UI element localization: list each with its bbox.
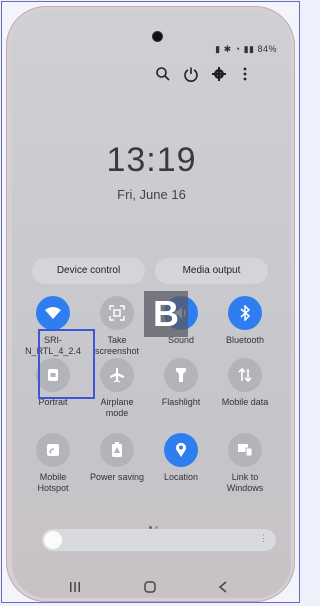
tile-label: Power saving <box>89 472 145 482</box>
phone-screen: ▮ ✱ ◔ ▮▮ 84% 13:19 Fri, June 16 Device c… <box>12 11 291 598</box>
tile-bluetooth[interactable]: Bluetooth <box>217 296 273 346</box>
tile-hotspot[interactable]: Mobile Hotspot <box>25 433 81 494</box>
tile-link-windows[interactable]: Link to Windows <box>217 433 273 494</box>
status-bar: ▮ ✱ ◔ ▮▮ 84% <box>215 44 277 55</box>
data-arrows-icon <box>228 358 262 392</box>
link-windows-icon <box>228 433 262 467</box>
more-vert-icon[interactable] <box>241 66 249 82</box>
clock-time: 13:19 <box>106 141 197 179</box>
tile-location[interactable]: Location <box>153 433 209 483</box>
wifi-icon <box>36 296 70 330</box>
battery-leaf-icon <box>100 433 134 467</box>
tile-airplane[interactable]: Airplane mode <box>89 358 145 419</box>
tile-label: Airplane mode <box>100 397 134 418</box>
brightness-more-icon[interactable]: ⋮ <box>259 533 268 544</box>
tile-label: Link to Windows <box>226 472 264 493</box>
tile-label: Flashlight <box>161 397 201 407</box>
device-control-button[interactable]: Device control <box>32 258 145 284</box>
tile-label: Take screenshot <box>94 335 140 356</box>
back-icon[interactable] <box>218 581 228 593</box>
front-camera <box>152 31 163 42</box>
power-icon[interactable] <box>183 66 199 82</box>
screenshot-icon <box>100 296 134 330</box>
home-icon[interactable] <box>144 581 156 593</box>
clock-date: Fri, June 16 <box>117 187 186 202</box>
tile-mobile-data[interactable]: Mobile data <box>217 358 273 408</box>
brightness-knob[interactable] <box>44 531 62 549</box>
gear-icon[interactable] <box>211 66 227 82</box>
portrait-highlight-box <box>38 329 95 399</box>
tile-power-saving[interactable]: Power saving <box>89 433 145 483</box>
hotspot-icon <box>36 433 70 467</box>
bluetooth-icon <box>228 296 262 330</box>
airplane-icon <box>100 358 134 392</box>
battery-level: 84% <box>257 44 277 54</box>
tile-label: Location <box>163 472 199 482</box>
media-output-button[interactable]: Media output <box>155 258 268 284</box>
flashlight-icon <box>164 358 198 392</box>
location-icon <box>164 433 198 467</box>
navigation-bar <box>12 577 291 597</box>
watermark-logo: B <box>144 291 188 337</box>
tile-screenshot[interactable]: Take screenshot <box>89 296 145 357</box>
search-icon[interactable] <box>155 66 171 82</box>
tile-label: Mobile Hotspot <box>37 472 69 493</box>
tile-label: Bluetooth <box>225 335 265 345</box>
quick-panel-toolbar <box>145 66 265 84</box>
tile-flashlight[interactable]: Flashlight <box>153 358 209 408</box>
recents-icon[interactable] <box>69 581 81 593</box>
tile-label: Mobile data <box>221 397 269 407</box>
brightness-slider[interactable]: ⋮ <box>42 529 276 551</box>
signal-icons: ▮ ✱ ◔ ▮▮ <box>215 44 258 54</box>
